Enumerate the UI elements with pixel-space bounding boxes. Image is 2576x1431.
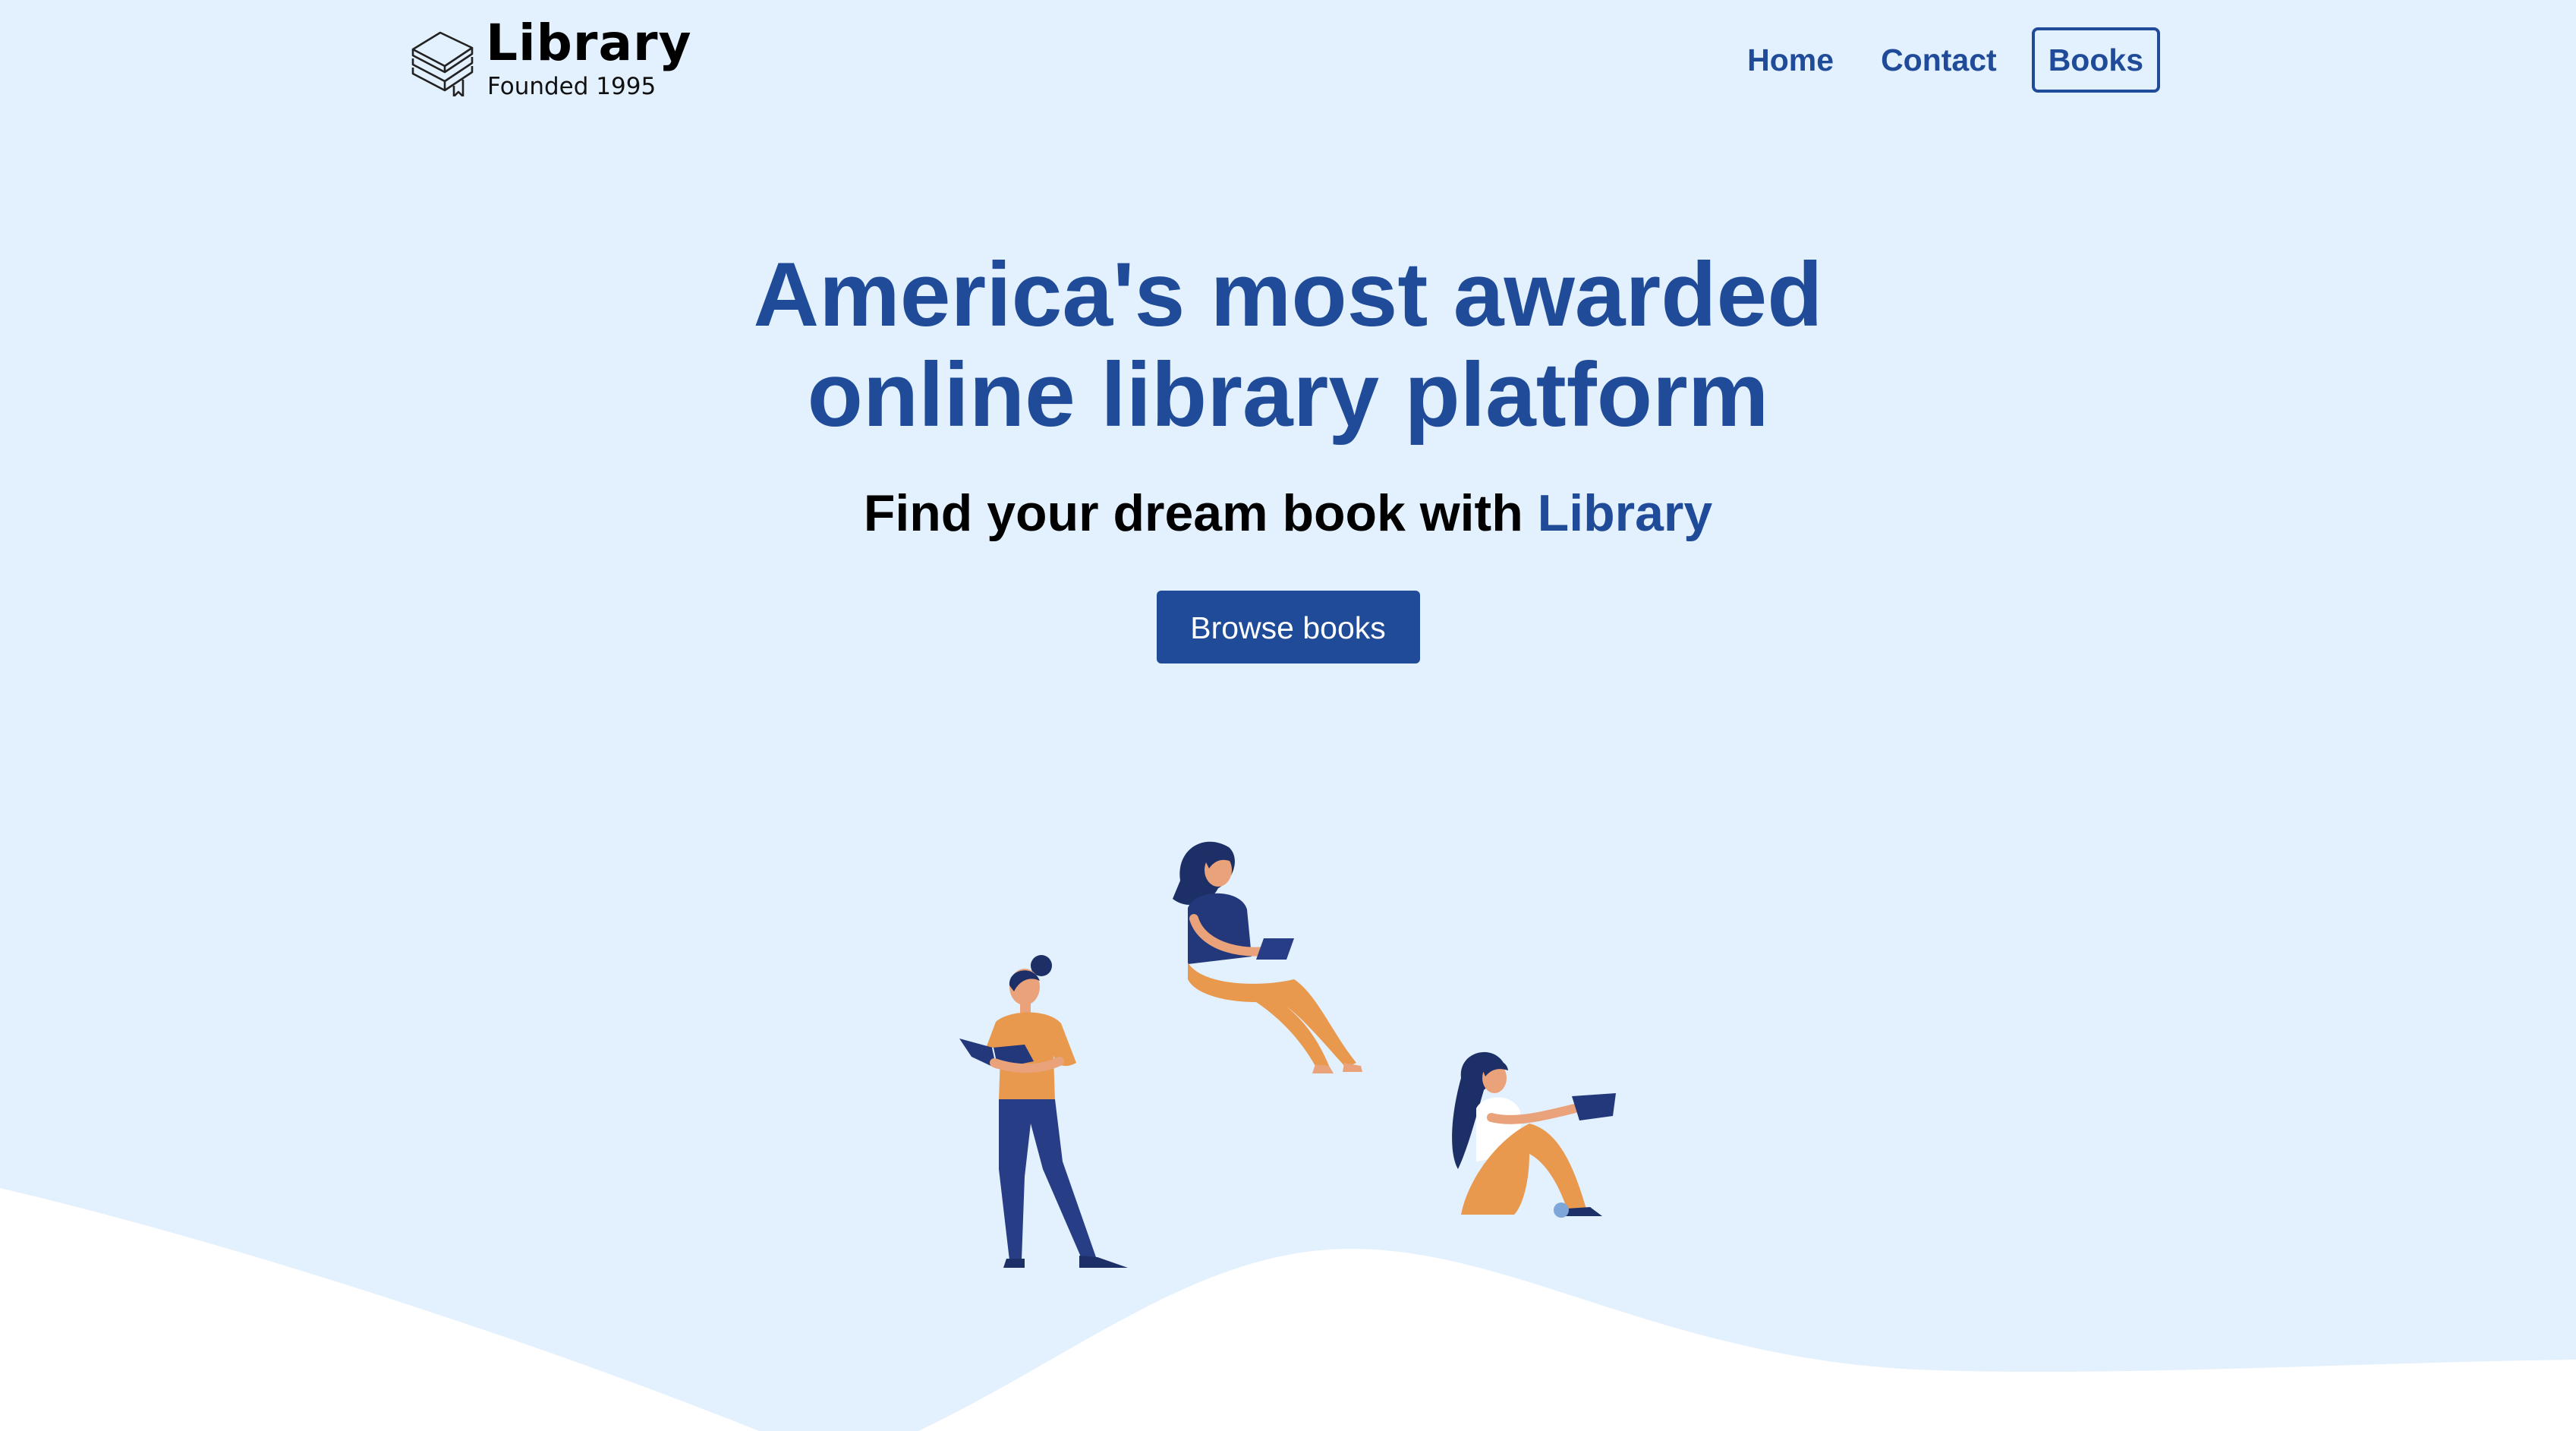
stacked-books-icon [411,31,474,96]
nav-home[interactable]: Home [1747,27,1834,93]
nav-contact[interactable]: Contact [1881,27,1997,93]
standing-reader-illustration [959,955,1128,1268]
hero-subtitle: Find your dream book with Library [0,483,2576,544]
hero-subtitle-prefix: Find your dream book with [863,484,1523,542]
browse-books-button[interactable]: Browse books [1156,591,1420,663]
hero-subtitle-brand: Library [1537,484,1713,542]
page: Library Founded 1995 Home Contact Books … [0,0,2576,1431]
logo-subtitle: Founded 1995 [487,73,657,100]
hero-title: America's most awarded online library pl… [0,244,2576,445]
hero-title-line1: America's most awarded [753,244,1823,345]
sitting-reader-illustration [1452,1051,1616,1218]
background-wave [0,1188,2576,1431]
logo-title: Library [486,14,692,72]
hero-section: America's most awarded online library pl… [0,244,2576,663]
laptop-reader-illustration [1173,841,1362,1073]
nav-books[interactable]: Books [2031,27,2160,93]
logo-link[interactable]: Library Founded 1995 [410,17,692,100]
main-nav: Home Contact Books [1700,27,2160,93]
hero-title-line2: online library platform [807,344,1769,446]
